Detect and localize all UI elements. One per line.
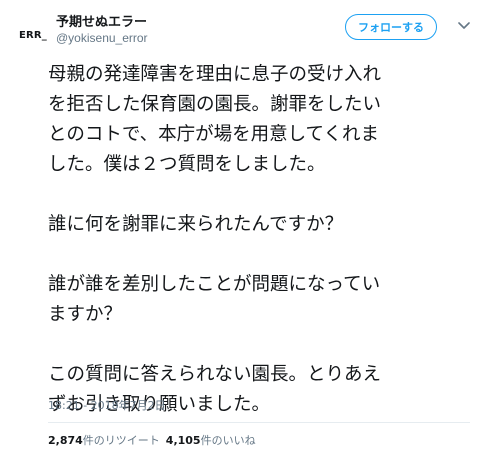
likes-label: 件のいいね — [200, 434, 256, 447]
tweet-stats: 2,874件のリツイート 4,105件のいいね — [48, 432, 256, 448]
display-name[interactable]: 予期せぬエラー — [56, 11, 147, 30]
tweet-line: とのコトで、本庁が場を用意してくれま — [48, 124, 379, 145]
likes-count: 4,105 — [165, 434, 201, 447]
tweet-timestamp[interactable]: 18:21 - 2018年7月2日 — [48, 397, 166, 413]
tweet-line: 誰が誰を差別したことが問題になってい — [48, 274, 381, 295]
tweet-line: 母親の発達障害を理由に息子の受け入れ — [48, 64, 382, 85]
tweet-line: を拒否した保育園の園長。謝罪をしたい — [48, 94, 382, 115]
avatar[interactable]: ERR_ — [12, 14, 54, 56]
tweet-line: 誰に何を謝罪に来られたんですか？ — [48, 214, 344, 235]
tweet-line: した。僕は２つ質問をしました。 — [48, 154, 326, 175]
retweets-count: 2,874 — [48, 434, 83, 447]
retweets-stat[interactable]: 2,874件のリツイート — [48, 432, 160, 448]
divider — [48, 422, 470, 423]
tweet-line: ますか？ — [48, 304, 123, 325]
tweet-line: この質問に答えられない園長。とりあえ — [48, 364, 382, 385]
likes-stat[interactable]: 4,105件のいいね — [166, 432, 256, 448]
user-handle[interactable]: @yokisenu_error — [56, 31, 148, 45]
retweets-label: 件のリツイート — [82, 434, 160, 447]
follow-button[interactable]: フォローする — [345, 14, 437, 40]
chevron-down-icon[interactable] — [456, 18, 472, 34]
tweet-text: 母親の発達障害を理由に息子の受け入れ を拒否した保育園の園長。謝罪をしたい との… — [48, 60, 473, 420]
